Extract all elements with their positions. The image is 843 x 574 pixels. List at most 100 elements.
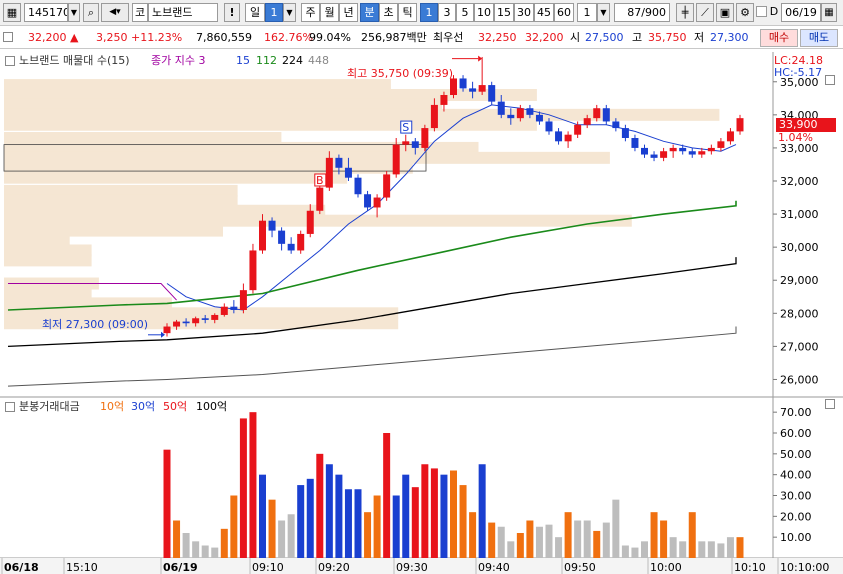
- candle-up: [450, 78, 457, 95]
- volume-tick-label: 10.00: [780, 531, 812, 544]
- candle-up: [707, 147, 715, 152]
- volume-bar: [535, 526, 543, 558]
- period-second-button[interactable]: 초: [379, 3, 398, 22]
- calendar-icon[interactable]: ▦: [821, 3, 837, 22]
- custom-interval-dropdown-icon[interactable]: ▼: [597, 3, 610, 22]
- line-tool-icon[interactable]: ⟋: [696, 3, 714, 22]
- volume-bar: [211, 547, 219, 558]
- time-axis-label: 10:10: [734, 561, 766, 574]
- volume-bar: [354, 489, 362, 558]
- sell-signal-label: S: [402, 121, 409, 134]
- price-panel-menu-icon[interactable]: [5, 56, 15, 66]
- search-icon[interactable]: ⌕: [83, 3, 99, 22]
- time-axis-label: 09:10: [252, 561, 284, 574]
- candle-down: [526, 108, 534, 115]
- volume-panel-menu-icon[interactable]: [5, 402, 15, 412]
- interval-5-button[interactable]: 5: [456, 3, 474, 22]
- candle-up: [306, 210, 314, 234]
- volume-level-50: 50억: [163, 400, 188, 413]
- period-month-button[interactable]: 월: [320, 3, 339, 22]
- candle-down: [182, 321, 190, 324]
- candle-down: [555, 131, 563, 142]
- candle-up: [421, 128, 429, 148]
- chart-area[interactable]: 35,000 34,000 33,000 32,000 31,000 30,000 29,0…: [0, 50, 843, 574]
- date-field[interactable]: 06/19: [781, 3, 821, 22]
- candle-down: [364, 194, 372, 208]
- price-tick-label: 30,000: [780, 241, 819, 254]
- candle-down: [507, 114, 515, 119]
- period-day-button[interactable]: 일: [245, 3, 265, 22]
- code-dropdown-icon[interactable]: ▼: [68, 3, 80, 22]
- ma-legend-label: 종가 지수 3: [151, 54, 206, 67]
- candle-up: [316, 187, 324, 211]
- interval-15-button[interactable]: 15: [494, 3, 514, 22]
- period-tick-button[interactable]: 틱: [398, 3, 417, 22]
- volume-bar: [679, 541, 687, 558]
- candle-down: [335, 157, 343, 168]
- hc-value: HC:-5.17: [774, 66, 823, 79]
- interval-60-button[interactable]: 60: [554, 3, 574, 22]
- chart-menu-icon[interactable]: ▦: [3, 3, 21, 22]
- candle-down: [621, 128, 629, 138]
- period-year-button[interactable]: 년: [339, 3, 358, 22]
- best-quote-label: 최우선: [433, 31, 464, 44]
- save-icon[interactable]: ▣: [716, 3, 734, 22]
- ma-legend-224: 224: [282, 54, 303, 67]
- sell-button[interactable]: 매도: [800, 29, 838, 47]
- sound-icon[interactable]: ◀▾: [101, 3, 129, 22]
- volume-panel-close-icon[interactable]: [825, 399, 835, 409]
- time-axis-label: 06/19: [163, 561, 198, 574]
- volume-bar: [306, 478, 314, 558]
- volume-bar: [230, 495, 238, 558]
- candle-up: [669, 147, 677, 152]
- volume-bar: [660, 520, 668, 558]
- period-dropdown-icon[interactable]: ▼: [283, 3, 296, 22]
- chart-canvas[interactable]: 35,00034,00033,00032,00031,00030,00029,0…: [0, 50, 843, 574]
- interval-45-button[interactable]: 45: [534, 3, 554, 22]
- candle-up: [383, 174, 391, 198]
- info-button[interactable]: !: [224, 3, 240, 22]
- best-bid: 32,200: [525, 31, 564, 44]
- interval-10-button[interactable]: 10: [474, 3, 494, 22]
- period-week-button[interactable]: 주: [301, 3, 320, 22]
- volume-bar: [392, 495, 400, 558]
- price-tick-label: 27,000: [780, 340, 819, 353]
- volume-tick-label: 70.00: [780, 406, 812, 419]
- candle-up: [516, 108, 524, 119]
- volume-tick-label: 50.00: [780, 448, 812, 461]
- change-up-icon: ▲: [70, 31, 79, 44]
- volume-bar: [297, 485, 305, 558]
- interval-30-button[interactable]: 30: [514, 3, 534, 22]
- volume-bar: [641, 541, 648, 558]
- candle-down: [459, 78, 467, 89]
- buy-button[interactable]: 매수: [760, 29, 798, 47]
- bar-count-field[interactable]: 87/900: [614, 3, 670, 22]
- period-count-field[interactable]: 1: [265, 3, 283, 22]
- volume-bar: [507, 541, 515, 558]
- candle-up: [163, 326, 171, 334]
- candle-up: [717, 141, 725, 148]
- period-minute-button[interactable]: 분: [360, 3, 379, 22]
- interval-3-button[interactable]: 3: [438, 3, 456, 22]
- settings-gear-icon[interactable]: ⚙: [736, 3, 754, 22]
- volume-bar: [602, 522, 610, 558]
- candle-down: [612, 121, 620, 129]
- stock-code-input[interactable]: 145170: [24, 3, 68, 22]
- volume-bar: [259, 474, 266, 558]
- volume-tick-label: 40.00: [780, 469, 812, 482]
- candle-down: [469, 88, 477, 92]
- volume-bar: [459, 485, 467, 558]
- volume-bar: [564, 512, 572, 558]
- stock-name-field[interactable]: 노브랜드: [148, 3, 218, 22]
- volume-bar: [163, 449, 171, 558]
- custom-interval-input[interactable]: 1: [577, 3, 597, 22]
- ma-legend-15: 15: [236, 54, 250, 67]
- price-panel-close-icon[interactable]: [825, 75, 835, 85]
- quote-toggle-icon[interactable]: [3, 32, 13, 42]
- candle-type-icon[interactable]: ╪: [676, 3, 694, 22]
- candle-down: [230, 306, 238, 310]
- candle-up: [402, 141, 410, 145]
- interval-1-button[interactable]: 1: [420, 3, 438, 22]
- volume-bar: [239, 418, 247, 558]
- date-checkbox[interactable]: [756, 6, 767, 17]
